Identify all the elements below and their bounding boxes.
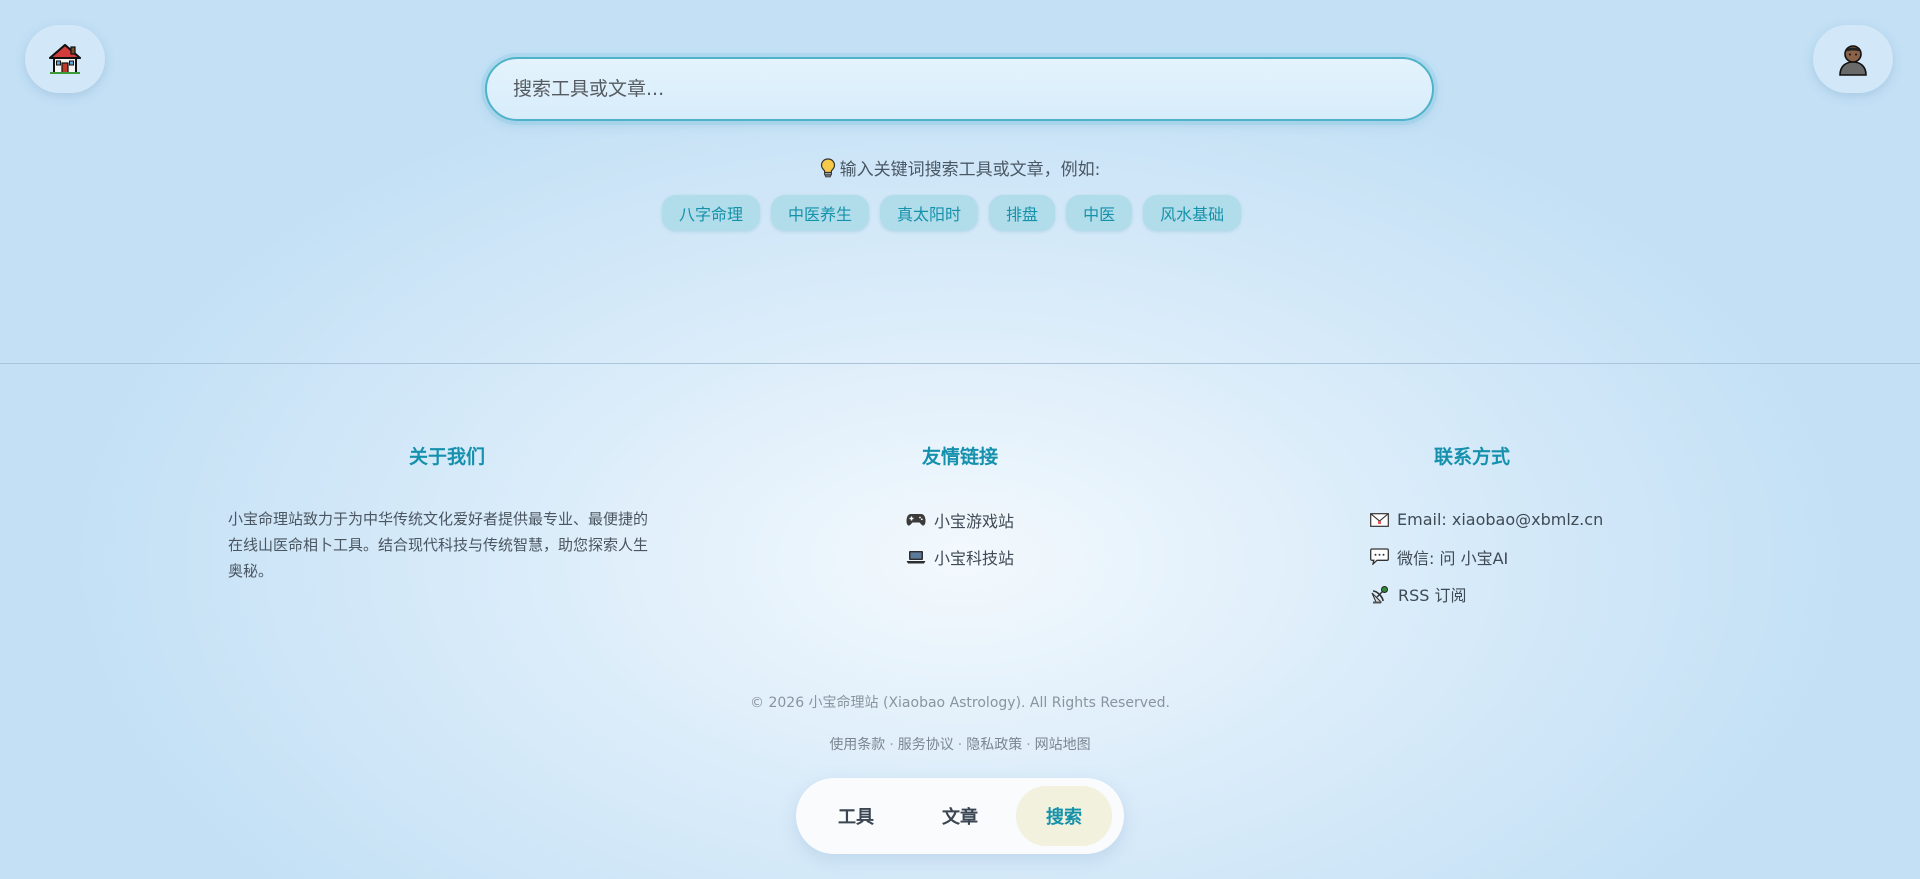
friends-list: 小宝游戏站 小宝科技站 bbox=[906, 501, 1014, 575]
copyright-text: © 2026 小宝命理站 (Xiaobao Astrology). All Ri… bbox=[750, 695, 1170, 711]
tag-item[interactable]: 中医养生 bbox=[771, 195, 870, 231]
link-separator: · bbox=[889, 737, 894, 753]
satellite-icon bbox=[1370, 584, 1390, 604]
lightbulb-icon bbox=[820, 157, 836, 178]
contact-title: 联系方式 bbox=[1433, 446, 1510, 468]
friend-link-label: 小宝科技站 bbox=[934, 548, 1015, 568]
friend-link-tech[interactable]: 小宝科技站 bbox=[906, 538, 1014, 575]
about-title: 关于我们 bbox=[408, 446, 485, 468]
home-button[interactable] bbox=[25, 25, 105, 93]
friend-link-label: 小宝游戏站 bbox=[934, 511, 1015, 531]
search-input[interactable] bbox=[487, 59, 1432, 119]
contact-rss-label: RSS 订阅 bbox=[1398, 585, 1467, 605]
contact-email[interactable]: Email: xiaobao@xbmlz.cn bbox=[1370, 501, 1603, 538]
tag-item[interactable]: 排盘 bbox=[989, 195, 1056, 231]
tag-item[interactable]: 真太阳时 bbox=[880, 195, 979, 231]
privacy-link[interactable]: 隐私政策 bbox=[966, 737, 1022, 753]
gamepad-icon bbox=[906, 513, 926, 527]
link-separator: · bbox=[1026, 737, 1031, 753]
nav-tools[interactable]: 工具 bbox=[808, 786, 904, 846]
legal-links: 使用条款 · 服务协议 · 隐私政策 · 网站地图 bbox=[0, 734, 1920, 754]
email-icon bbox=[1370, 512, 1389, 527]
section-divider bbox=[0, 363, 1920, 364]
contact-wechat: 微信: 问 小宝AI bbox=[1370, 538, 1603, 575]
search-box[interactable] bbox=[485, 57, 1434, 121]
tag-item[interactable]: 风水基础 bbox=[1143, 195, 1242, 231]
service-agreement-link[interactable]: 服务协议 bbox=[898, 737, 954, 753]
contact-email-label: Email: xiaobao@xbmlz.cn bbox=[1397, 510, 1604, 529]
nav-articles[interactable]: 文章 bbox=[912, 786, 1008, 846]
tag-item[interactable]: 八字命理 bbox=[662, 195, 761, 231]
contact-rss[interactable]: RSS 订阅 bbox=[1370, 575, 1603, 612]
search-hint: 输入关键词搜索工具或文章，例如: bbox=[0, 155, 1920, 180]
link-separator: · bbox=[957, 737, 963, 753]
tag-item[interactable]: 中医 bbox=[1066, 195, 1133, 231]
sitemap-link[interactable]: 网站地图 bbox=[1035, 737, 1091, 753]
user-avatar-icon bbox=[1837, 42, 1869, 76]
bottom-nav: 工具 文章 搜索 bbox=[796, 778, 1124, 854]
search-hint-text: 输入关键词搜索工具或文章，例如: bbox=[839, 160, 1101, 180]
house-icon bbox=[48, 42, 82, 76]
user-button[interactable] bbox=[1813, 25, 1893, 93]
friend-link-game[interactable]: 小宝游戏站 bbox=[906, 501, 1014, 538]
contact-wechat-label: 微信: 问 小宝AI bbox=[1397, 548, 1509, 568]
laptop-icon bbox=[906, 550, 926, 564]
suggested-tags: 八字命理 中医养生 真太阳时 排盘 中医 风水基础 bbox=[662, 195, 1242, 231]
about-text: 小宝命理站致力于为中华传统文化爱好者提供最专业、最便捷的在线山医命相卜工具。结合… bbox=[228, 510, 649, 580]
friends-title: 友情链接 bbox=[921, 446, 998, 468]
contact-list: Email: xiaobao@xbmlz.cn 微信: 问 小宝AI RSS 订… bbox=[1370, 501, 1603, 612]
terms-link[interactable]: 使用条款 bbox=[829, 737, 885, 753]
chat-icon bbox=[1370, 548, 1389, 565]
nav-search[interactable]: 搜索 bbox=[1016, 786, 1112, 846]
